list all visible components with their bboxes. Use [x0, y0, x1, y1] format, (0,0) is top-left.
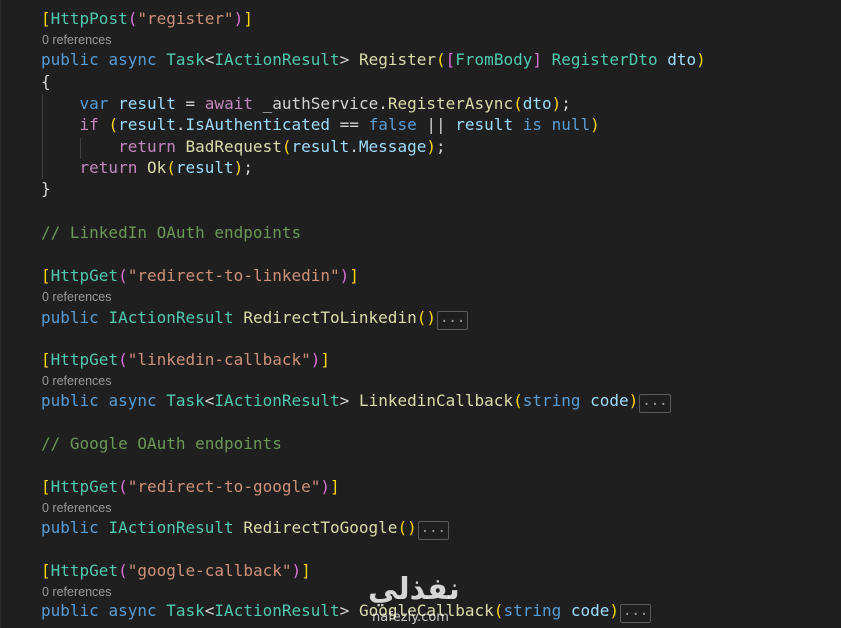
codelens-references[interactable]: 0 references [42, 289, 111, 305]
attribute-name: HttpPost [50, 9, 128, 28]
method-name: Register [358, 50, 436, 69]
code-line-attribute-redirect-linkedin[interactable]: [HttpGet("redirect-to-linkedin")] [41, 265, 359, 286]
code-line-if-check[interactable]: if (result.IsAuthenticated == false || r… [41, 114, 600, 135]
code-line-attribute-linkedin-callback[interactable]: [HttpGet("linkedin-callback")] [41, 349, 330, 370]
code-line-redirect-linkedin-signature[interactable]: public IActionResult RedirectToLinkedin(… [41, 307, 469, 330]
code-line-return-badrequest[interactable]: return BadRequest(result.Message); [41, 136, 446, 157]
code-line-google-callback-signature[interactable]: public async Task<IActionResult> GoogleC… [41, 600, 652, 623]
folded-region-button[interactable]: ... [639, 394, 671, 413]
folded-region-button[interactable]: ... [417, 521, 449, 540]
code-line-register-signature[interactable]: public async Task<IActionResult> Registe… [41, 49, 706, 70]
code-line-linkedin-callback-signature[interactable]: public async Task<IActionResult> Linkedi… [41, 390, 671, 413]
code-line-open-brace[interactable]: { [41, 71, 51, 92]
codelens-references[interactable]: 0 references [42, 584, 111, 600]
codelens-references[interactable]: 0 references [42, 32, 111, 48]
code-line-attribute-register[interactable]: [HttpPost("register")] [41, 8, 253, 29]
codelens-references[interactable]: 0 references [42, 373, 111, 389]
folded-region-button[interactable]: ... [436, 311, 469, 330]
editor-left-border [0, 0, 1, 628]
folded-region-button[interactable]: ... [620, 604, 652, 623]
code-line-attribute-redirect-google[interactable]: [HttpGet("redirect-to-google")] [41, 476, 340, 497]
route-string: "register" [137, 9, 234, 28]
code-editor[interactable]: [HttpPost("register")] 0 references publ… [0, 0, 841, 628]
code-line-redirect-google-signature[interactable]: public IActionResult RedirectToGoogle().… [41, 517, 449, 540]
code-line-var-result[interactable]: var result = await _authService.Register… [41, 93, 571, 114]
code-line-attribute-google-callback[interactable]: [HttpGet("google-callback")] [41, 560, 311, 581]
code-line-return-ok[interactable]: return Ok(result); [41, 157, 253, 178]
code-line-comment-google[interactable]: // Google OAuth endpoints [41, 433, 282, 454]
code-line-comment-linkedin[interactable]: // LinkedIn OAuth endpoints [41, 222, 301, 243]
code-line-close-brace[interactable]: } [41, 178, 51, 199]
codelens-references[interactable]: 0 references [42, 500, 111, 516]
